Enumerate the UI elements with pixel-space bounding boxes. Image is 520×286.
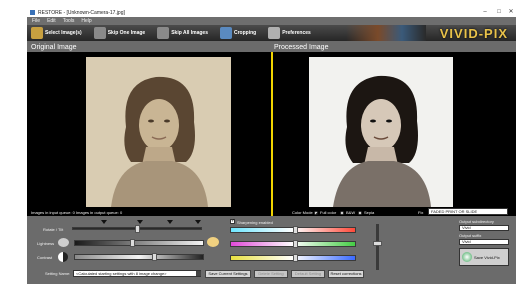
green-magenta-thumb[interactable] bbox=[293, 240, 299, 248]
contrast-slider[interactable] bbox=[74, 254, 204, 260]
delete-setting-button[interactable]: Delete Setting bbox=[254, 270, 288, 278]
sepia-radio[interactable] bbox=[358, 211, 362, 215]
close-button[interactable]: ✕ bbox=[504, 8, 516, 17]
output-subdirectory-field[interactable]: Vivid bbox=[459, 225, 509, 231]
tilt-marker bbox=[167, 220, 173, 224]
lightness-label: Lightness bbox=[37, 241, 55, 246]
setting-name-value: <Calculated starting settings with 8 ima… bbox=[76, 271, 167, 276]
processed-image-header: Processed Image bbox=[274, 44, 329, 51]
rotate-tilt-thumb[interactable] bbox=[134, 225, 140, 233]
minimize-button[interactable]: – bbox=[478, 8, 492, 17]
save-vivid-pix-button[interactable]: Save Vivid-Pix bbox=[459, 248, 509, 266]
skip-one-label: Skip One Image bbox=[107, 30, 146, 36]
queue-status: Images in input queue: 0 Images in outpu… bbox=[31, 210, 123, 215]
menu-help[interactable]: Help bbox=[81, 18, 91, 24]
processed-photo bbox=[309, 57, 453, 207]
full-color-label: Full color bbox=[320, 210, 337, 215]
color-mode-label: Color Mode bbox=[292, 210, 313, 215]
cropping-button[interactable]: Cropping bbox=[216, 25, 256, 41]
window-title: RESTORE - [Unknown-Camera-17.jpg] bbox=[38, 9, 125, 16]
tilt-marker bbox=[137, 220, 143, 224]
skip-one-button[interactable]: Skip One Image bbox=[90, 25, 146, 41]
skip-all-label: Skip All Images bbox=[171, 30, 208, 36]
save-current-settings-button[interactable]: Save Current Settings bbox=[205, 270, 251, 278]
tilt-marker bbox=[195, 220, 201, 224]
tools-icon bbox=[268, 27, 281, 39]
brand-logo: VIVID-PIX bbox=[439, 25, 508, 41]
save-icon bbox=[462, 252, 472, 262]
toolbar: Select Image(s) Skip One Image Skip All … bbox=[27, 25, 516, 41]
cropping-label: Cropping bbox=[233, 30, 257, 36]
menu-edit[interactable]: Edit bbox=[47, 18, 56, 24]
folder-icon bbox=[31, 27, 43, 39]
menu-bar: File Edit Tools Help bbox=[27, 17, 516, 25]
skip-icon bbox=[93, 27, 106, 39]
skip-all-button[interactable]: Skip All Images bbox=[153, 25, 208, 41]
default-setting-button[interactable]: Default Setting bbox=[291, 270, 325, 278]
bw-radio[interactable] bbox=[340, 211, 344, 215]
sun-icon bbox=[207, 237, 219, 247]
output-suffix-label: Output suffix bbox=[459, 233, 482, 238]
lightness-thumb[interactable] bbox=[130, 239, 135, 247]
lightness-slider[interactable] bbox=[74, 240, 204, 246]
compare-divider[interactable] bbox=[271, 52, 273, 216]
contrast-icon bbox=[58, 252, 68, 262]
preferences-label: Preferences bbox=[282, 30, 311, 36]
sepia-label: Sepia bbox=[364, 210, 375, 215]
select-images-button[interactable]: Select Image(s) bbox=[27, 25, 82, 41]
skip-all-icon bbox=[157, 27, 170, 39]
fix-select-value: FADED PRINT OR SLIDE bbox=[431, 209, 478, 214]
fix-label: Fix bbox=[418, 210, 424, 215]
original-portrait bbox=[86, 57, 231, 207]
sharpening-label: Sharpening enabled bbox=[237, 220, 273, 225]
vertical-adjust-slider[interactable] bbox=[376, 224, 379, 270]
contrast-label: Contrast bbox=[37, 255, 53, 260]
tilt-marker bbox=[101, 220, 107, 224]
original-photo bbox=[86, 57, 231, 207]
original-image-header: Original Image bbox=[31, 44, 77, 51]
output-suffix-field[interactable]: Vivid bbox=[459, 239, 509, 245]
bw-label: B&W bbox=[346, 210, 356, 215]
output-subdirectory-label: Output subdirectory bbox=[459, 219, 494, 224]
crop-icon bbox=[219, 27, 232, 39]
setting-name-select[interactable]: <Calculated starting settings with 8 ima… bbox=[73, 270, 201, 277]
app-icon bbox=[30, 10, 35, 15]
brand-banner bbox=[346, 25, 426, 41]
reset-corrections-button[interactable]: Reset corrections bbox=[328, 270, 364, 278]
preferences-button[interactable]: Preferences bbox=[264, 25, 311, 41]
rotate-tilt-label: Rotate / Tilt bbox=[43, 227, 64, 232]
red-cyan-thumb[interactable] bbox=[293, 226, 299, 234]
lightness-dark-icon bbox=[58, 238, 69, 247]
contrast-thumb[interactable] bbox=[152, 253, 158, 261]
full-color-radio[interactable] bbox=[314, 211, 318, 215]
save-vivid-pix-label: Save Vivid-Pix bbox=[474, 254, 500, 260]
processed-portrait bbox=[309, 57, 453, 207]
menu-file[interactable]: File bbox=[32, 18, 40, 24]
vertical-adjust-thumb[interactable] bbox=[373, 240, 382, 246]
fix-select[interactable]: FADED PRINT OR SLIDE bbox=[428, 208, 508, 215]
select-images-label: Select Image(s) bbox=[45, 30, 82, 36]
menu-tools[interactable]: Tools bbox=[63, 18, 75, 24]
sharpening-checkbox[interactable] bbox=[230, 218, 235, 224]
title-bar: RESTORE - [Unknown-Camera-17.jpg] – □ ✕ bbox=[27, 8, 516, 17]
chevron-down-icon[interactable] bbox=[196, 271, 201, 276]
setting-name-label: Setting Name: bbox=[45, 271, 71, 276]
blue-yellow-thumb[interactable] bbox=[293, 254, 299, 262]
